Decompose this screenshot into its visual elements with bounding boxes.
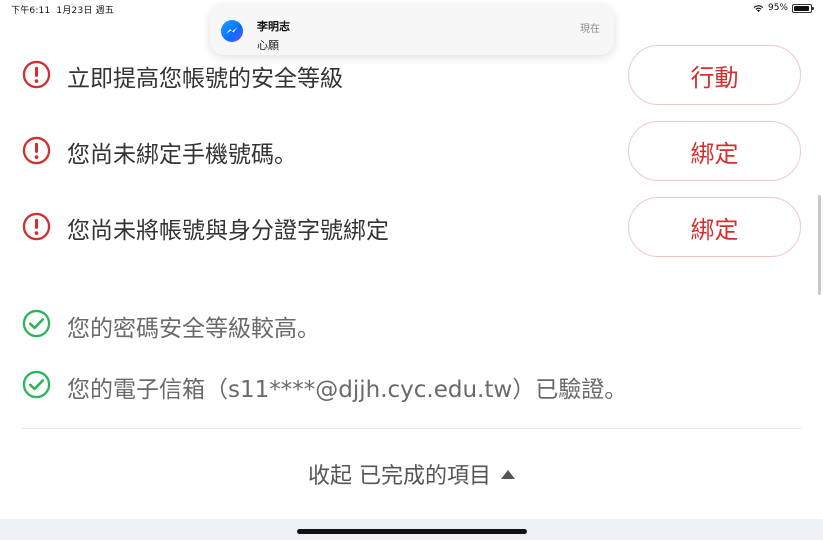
bind-id-button[interactable]: 綁定 (628, 197, 801, 257)
status-datetime: 下午6:11 1月23日 週五 (11, 3, 120, 16)
check-circle-icon (22, 370, 51, 399)
collapse-label: 收起 已完成的項目 (308, 464, 491, 489)
warning-row-id-number: 您尚未將帳號與身分證字號綁定 綁定 (0, 197, 823, 257)
warning-row-security-level: 立即提高您帳號的安全等級 行動 (0, 45, 823, 105)
messenger-icon (221, 20, 243, 42)
warning-row-phone: 您尚未綁定手機號碼。 綁定 (0, 121, 823, 181)
triangle-up-icon (501, 469, 515, 479)
bind-phone-button[interactable]: 綁定 (628, 121, 801, 181)
completed-text: 您的密碼安全等級較高。 (67, 316, 320, 342)
completed-text: 您的電子信箱（s11****@djjh.cyc.edu.tw）已驗證。 (67, 377, 628, 403)
status-indicators: 95% (753, 3, 814, 13)
status-time: 下午6:11 (11, 6, 51, 16)
notification-sender: 李明志 (257, 20, 290, 33)
home-indicator[interactable] (297, 529, 527, 534)
warning-text: 立即提高您帳號的安全等級 (67, 66, 343, 92)
notification-time: 現在 (580, 24, 600, 35)
warning-text: 您尚未綁定手機號碼。 (67, 142, 297, 168)
battery-percent: 95% (767, 3, 788, 13)
warning-text: 您尚未將帳號與身分證字號綁定 (67, 218, 389, 244)
collapse-completed-button[interactable]: 收起 已完成的項目 (0, 456, 823, 492)
completed-row-email: 您的電子信箱（s11****@djjh.cyc.edu.tw）已驗證。 (0, 367, 823, 403)
battery-icon (792, 3, 814, 13)
completed-row-password: 您的密碼安全等級較高。 (0, 306, 823, 342)
action-button[interactable]: 行動 (628, 45, 801, 105)
scrollbar[interactable] (818, 195, 821, 295)
divider (22, 428, 801, 429)
wifi-icon (753, 4, 764, 12)
exclamation-circle-icon (22, 136, 51, 165)
check-circle-icon (22, 309, 51, 338)
exclamation-circle-icon (22, 212, 51, 241)
status-date: 1月23日 週五 (56, 6, 115, 16)
battery-level (794, 5, 810, 11)
exclamation-circle-icon (22, 60, 51, 89)
